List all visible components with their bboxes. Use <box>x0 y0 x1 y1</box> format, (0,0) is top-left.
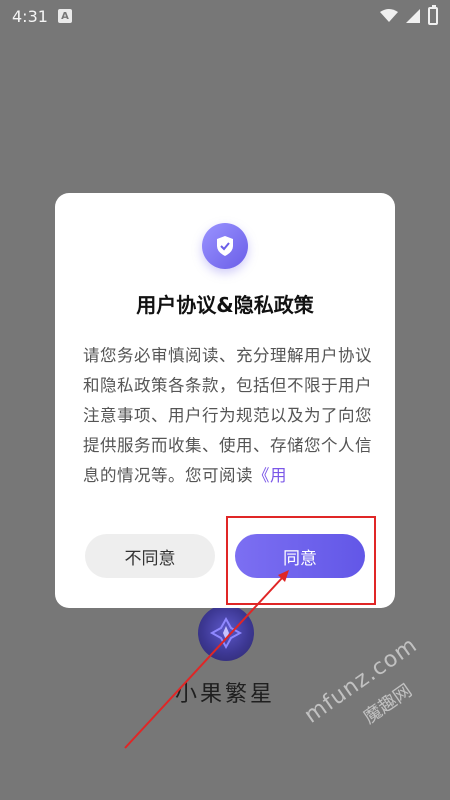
status-right <box>380 5 438 25</box>
dialog-body-text: 请您务必审慎阅读、充分理解用户协议和隐私政策各条款，包括但不限于用户注意事项、用… <box>83 346 372 485</box>
user-agreement-link[interactable]: 《用 <box>253 466 287 485</box>
dialog-body: 请您务必审慎阅读、充分理解用户协议和隐私政策各条款，包括但不限于用户注意事项、用… <box>83 341 373 491</box>
wifi-icon <box>380 9 398 22</box>
notification-icon: A <box>57 9 72 23</box>
battery-icon <box>428 5 438 25</box>
status-bar: 4:31 A <box>0 0 450 32</box>
disagree-button[interactable]: 不同意 <box>85 534 215 578</box>
status-left: 4:31 A <box>12 7 72 26</box>
annotation-highlight-box <box>226 516 376 605</box>
signal-icon <box>406 9 420 23</box>
dialog-title: 用户协议&隐私政策 <box>136 293 314 317</box>
app-logo-icon <box>198 605 254 661</box>
status-time: 4:31 <box>12 6 48 26</box>
shield-check-icon <box>202 223 248 269</box>
